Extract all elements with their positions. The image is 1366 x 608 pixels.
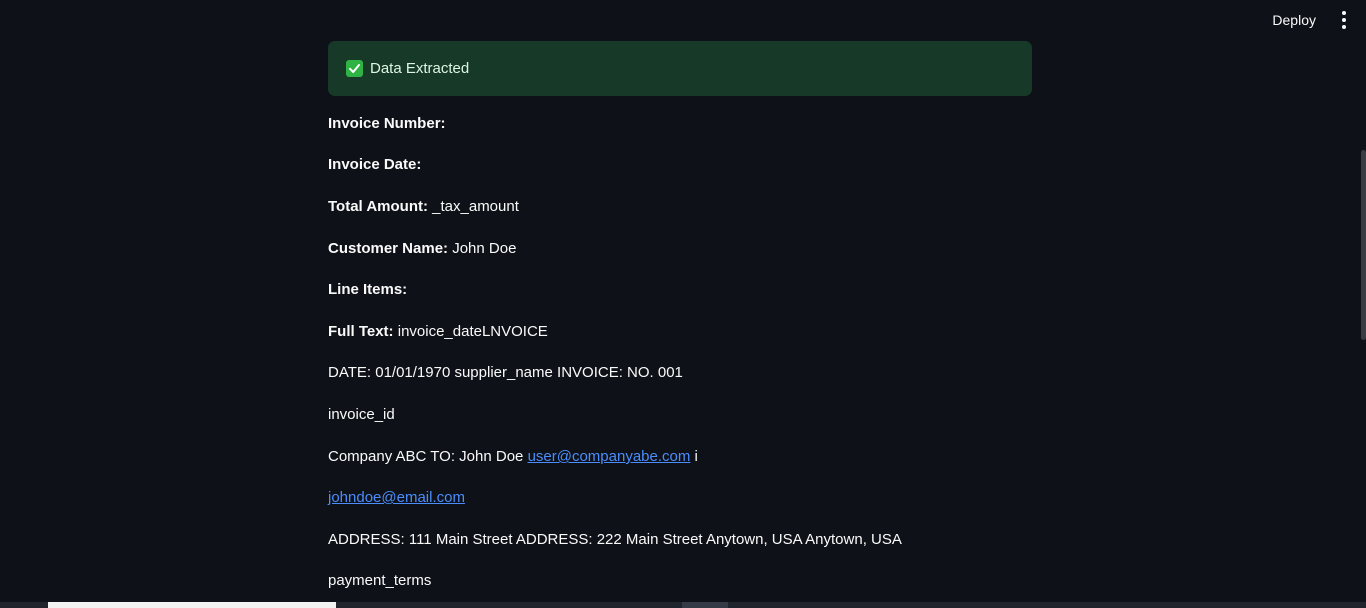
total-amount-label: Total Amount: <box>328 198 428 215</box>
invoice-date-row: Invoice Date: <box>328 155 421 175</box>
customer-name-row: Customer Name: John Doe <box>328 239 516 259</box>
customer-name-label: Customer Name: <box>328 240 449 257</box>
full-text-row: Full Text: invoice_dateLNVOICE <box>328 322 548 342</box>
invoice-date-label: Invoice Date: <box>328 156 422 173</box>
taskbar-item[interactable] <box>682 602 728 608</box>
check-icon <box>346 60 363 77</box>
full-text-label: Full Text: <box>328 323 394 340</box>
full-text-line: DATE: 01/01/1970 supplier_name INVOICE: … <box>328 364 683 381</box>
header-toolbar: Deploy <box>1272 0 1366 40</box>
full-text-line-with-email: Company ABC TO: John Doe user@companyabe… <box>328 447 698 467</box>
total-amount-row: Total Amount: _tax_amount <box>328 197 519 217</box>
email-link[interactable]: user@companyabe.com <box>528 448 691 465</box>
vertical-scrollbar[interactable] <box>1361 150 1366 340</box>
full-text-segment: Company ABC TO: John Doe <box>328 448 528 465</box>
alert-message: Data Extracted <box>370 60 470 77</box>
taskbar-window-thumbnail[interactable] <box>48 602 336 608</box>
full-text-line: invoice_id <box>328 406 395 423</box>
customer-name-value: John Doe <box>448 240 517 257</box>
menu-dot <box>1342 11 1346 15</box>
invoice-number-label: Invoice Number: <box>328 115 446 132</box>
success-alert: Data Extracted <box>328 41 1032 96</box>
main-content: Data Extracted Invoice Number: Invoice D… <box>328 41 1032 589</box>
app-window: Deploy Data Extracted Invoice Number: In… <box>0 0 1366 608</box>
kebab-menu-icon[interactable] <box>1336 10 1352 30</box>
invoice-number-row: Invoice Number: <box>328 114 446 134</box>
email-link[interactable]: johndoe@email.com <box>328 489 465 506</box>
full-text-line: payment_terms <box>328 572 432 589</box>
line-items-row: Line Items: <box>328 280 407 300</box>
menu-dot <box>1342 18 1346 22</box>
full-text-segment: i <box>690 448 698 465</box>
taskbar <box>0 602 1366 608</box>
full-text-value: invoice_dateLNVOICE <box>393 323 548 340</box>
total-amount-value: _tax_amount <box>427 198 519 215</box>
full-text-line-email: johndoe@email.com <box>328 488 465 508</box>
deploy-button[interactable]: Deploy <box>1272 12 1316 28</box>
line-items-label: Line Items: <box>328 281 408 298</box>
menu-dot <box>1342 25 1346 29</box>
full-text-line: ADDRESS: 111 Main Street ADDRESS: 222 Ma… <box>328 531 902 548</box>
